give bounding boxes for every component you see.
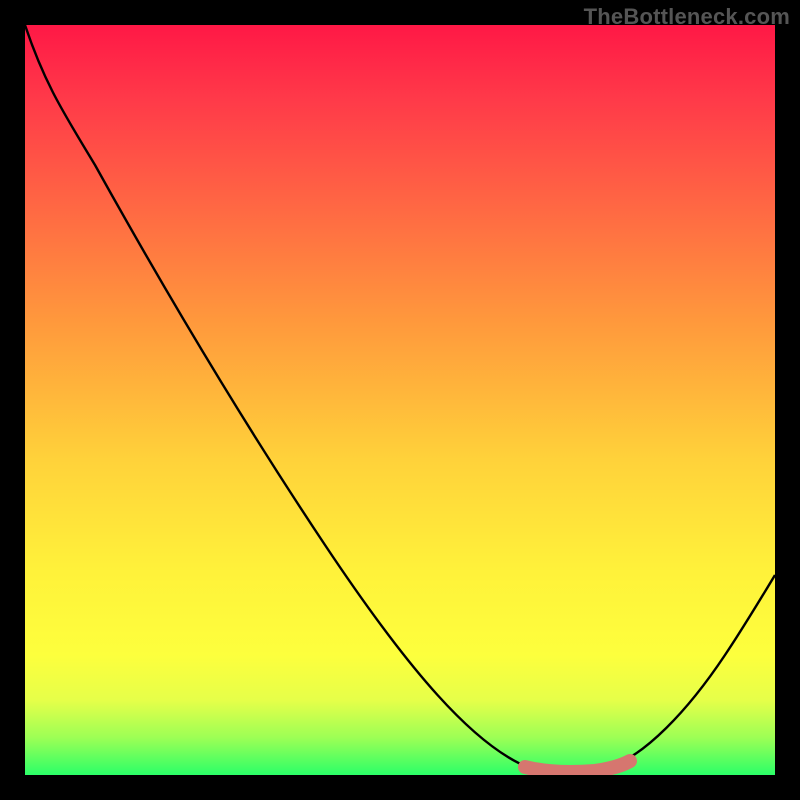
- chart-plot-area: [25, 25, 775, 775]
- watermark-text: TheBottleneck.com: [584, 4, 790, 30]
- optimal-region-highlight: [525, 761, 630, 772]
- chart-svg: [25, 25, 775, 775]
- bottleneck-curve: [25, 25, 775, 771]
